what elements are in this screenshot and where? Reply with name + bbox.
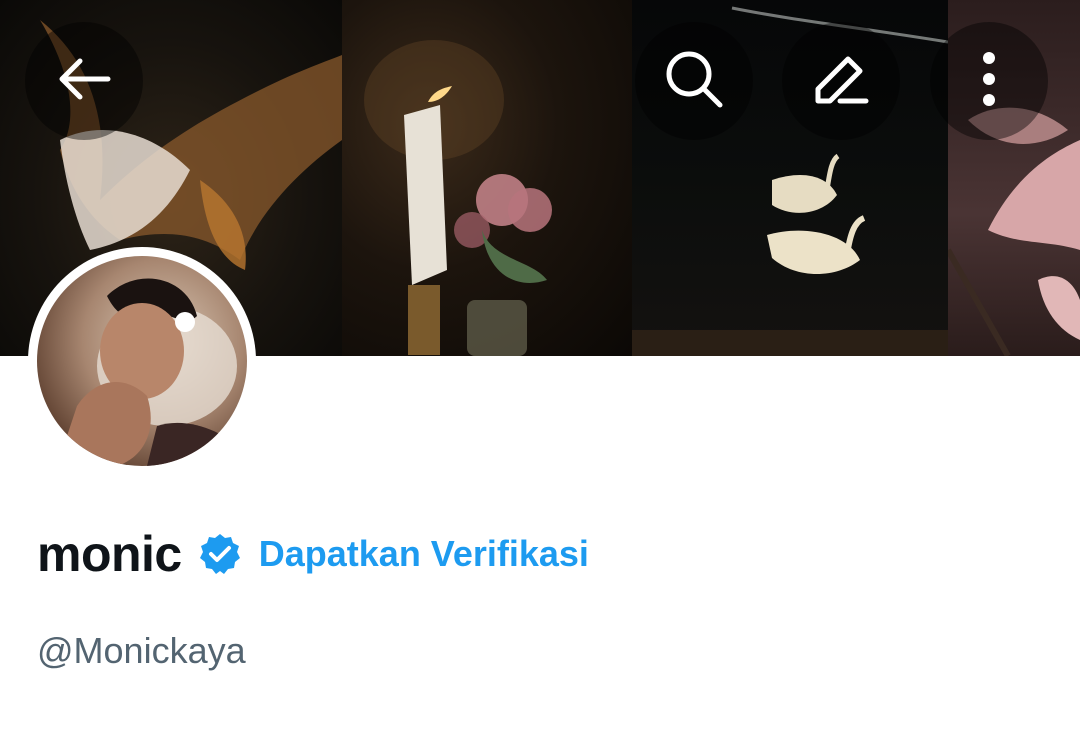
get-verified-link[interactable]: Dapatkan Verifikasi [259,533,589,575]
search-button[interactable] [635,22,753,140]
profile-handle: @Monickaya [37,630,246,671]
display-name: monic [37,526,182,582]
search-icon [663,48,725,115]
back-button[interactable] [25,22,143,140]
banner-panel-candle [342,0,632,356]
edit-profile-button[interactable] [782,22,900,140]
verified-badge-icon[interactable] [198,532,242,576]
profile-avatar[interactable] [28,247,256,475]
pencil-icon [810,49,872,114]
more-options-button[interactable] [930,22,1048,140]
profile-name-row: monic Dapatkan Verifikasi [37,522,589,586]
avatar-photo [37,256,247,466]
arrow-left-icon [56,55,112,108]
more-vertical-icon [981,50,997,113]
